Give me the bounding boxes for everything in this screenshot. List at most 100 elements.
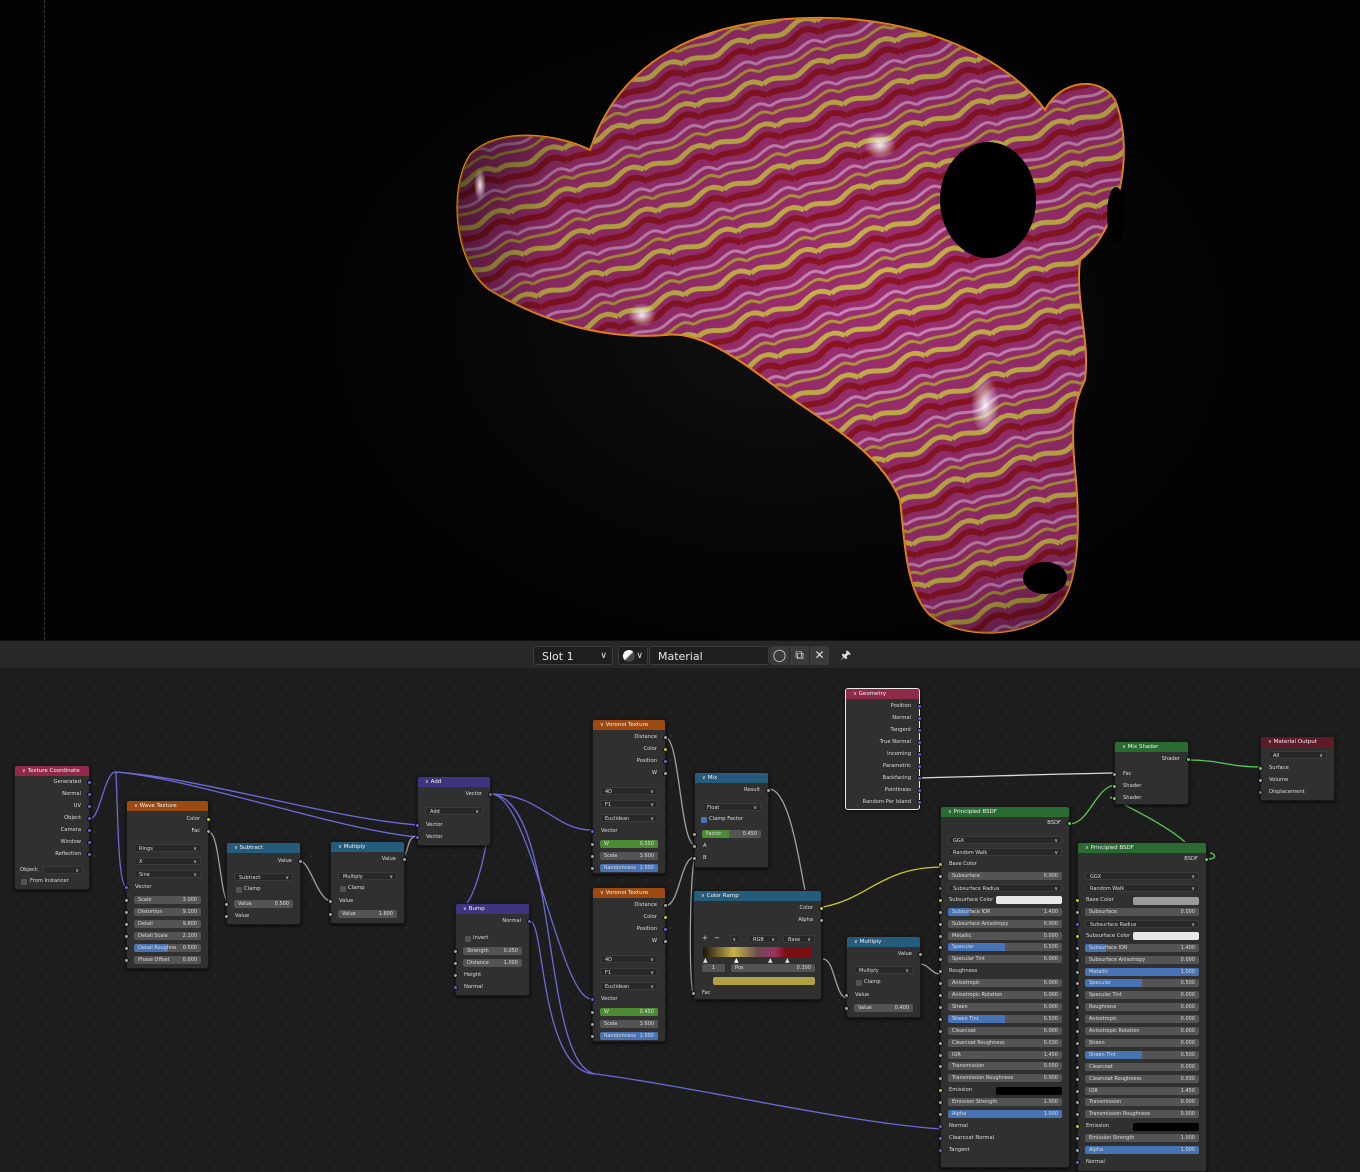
field-sheen[interactable]: Sheen 0.000 <box>1085 1038 1199 1047</box>
socket[interactable] <box>663 915 668 920</box>
socket[interactable] <box>938 1016 943 1022</box>
field-anisotropic[interactable]: Anisotropic 0.000 <box>1085 1015 1199 1024</box>
ramp-stop-handle[interactable]: ▲ <box>703 957 708 964</box>
node-geometry[interactable]: Geometry Position Normal Tangent True No… <box>845 688 922 810</box>
field-phase-offset[interactable]: Phase Offset 0.000 <box>134 956 201 964</box>
socket[interactable] <box>938 862 943 867</box>
field-alpha[interactable]: Alpha 1.000 <box>1085 1146 1199 1154</box>
pin-icon[interactable]: 🖈 <box>836 646 855 665</box>
node-multiply-2[interactable]: Multiply Value Multiply Clamp Value Valu… <box>844 936 923 1018</box>
socket[interactable] <box>663 735 668 740</box>
field-scale[interactable]: Scale 3.600 <box>600 1020 658 1028</box>
socket[interactable] <box>819 906 824 911</box>
field-transmission-roughness[interactable]: Transmission Roughness 0.000 <box>948 1074 1062 1083</box>
socket[interactable] <box>1075 1017 1080 1023</box>
socket[interactable] <box>415 823 420 828</box>
socket[interactable] <box>590 1034 595 1039</box>
field-w[interactable]: W 0.450 <box>600 1008 658 1016</box>
socket[interactable] <box>87 780 92 785</box>
socket[interactable] <box>844 1006 849 1011</box>
socket[interactable] <box>917 776 922 781</box>
field-value[interactable]: Value 1.800 <box>338 910 397 918</box>
socket[interactable] <box>1067 821 1072 826</box>
socket[interactable] <box>1075 1076 1080 1082</box>
socket[interactable] <box>938 981 943 987</box>
socket[interactable] <box>938 897 943 903</box>
socket[interactable] <box>1075 1136 1080 1142</box>
feature-dropdown[interactable]: F1 <box>600 800 658 809</box>
socket[interactable] <box>1075 969 1080 975</box>
emission-swatch[interactable] <box>996 1086 1062 1095</box>
subsurface-radius-dropdown[interactable]: Subsurface Radius <box>1085 919 1199 929</box>
object-picker[interactable] <box>43 866 83 875</box>
operation-dropdown[interactable]: Subtract <box>234 873 293 882</box>
target-dropdown[interactable]: All <box>1268 751 1327 760</box>
socket[interactable] <box>1112 772 1117 777</box>
socket[interactable] <box>917 800 922 805</box>
socket[interactable] <box>938 993 943 998</box>
ramp-stop-handle[interactable]: ▲ <box>785 957 790 964</box>
field-alpha[interactable]: Alpha 1.000 <box>948 1110 1062 1118</box>
field-sheen-tint[interactable]: Sheen Tint 0.500 <box>1085 1050 1199 1059</box>
socket[interactable] <box>1204 857 1209 862</box>
field-factor[interactable]: Factor 0.450 <box>702 830 761 838</box>
field-transmission[interactable]: Transmission 0.000 <box>1085 1098 1199 1107</box>
field-anisotropic-rotation[interactable]: Anisotropic Rotation 0.000 <box>1085 1027 1199 1035</box>
socket[interactable] <box>938 909 943 915</box>
ramp-stop-handle-active[interactable]: ▲ <box>734 957 739 964</box>
socket[interactable] <box>692 856 697 861</box>
socket[interactable] <box>917 740 922 745</box>
socket[interactable] <box>1075 1040 1080 1046</box>
socket[interactable] <box>1186 757 1191 762</box>
socket[interactable] <box>1258 766 1263 771</box>
color-ramp-gradient[interactable] <box>703 947 812 957</box>
socket[interactable] <box>590 1010 595 1015</box>
socket[interactable] <box>917 788 922 793</box>
material-name-field[interactable]: Material <box>649 646 769 665</box>
field-detail-roughness[interactable]: Detail Roughne 0.500 <box>134 944 201 952</box>
socket[interactable] <box>590 854 595 859</box>
field-detail-scale[interactable]: Detail Scale 2.100 <box>134 932 201 940</box>
field-randomness[interactable]: Randomness 1.000 <box>600 1032 658 1040</box>
fake-user-shield-icon[interactable]: ◯ <box>770 646 789 665</box>
socket[interactable] <box>1075 1148 1080 1153</box>
socket[interactable] <box>590 866 595 871</box>
socket[interactable] <box>938 1112 943 1117</box>
socket[interactable] <box>938 874 943 879</box>
socket[interactable] <box>692 844 697 849</box>
field-metallic[interactable]: Metallic 1.000 <box>1085 967 1199 976</box>
socket[interactable] <box>402 857 407 862</box>
socket[interactable] <box>206 829 211 834</box>
socket[interactable] <box>453 949 458 954</box>
field-sheen-tint[interactable]: Sheen Tint 0.500 <box>948 1014 1062 1023</box>
subsurface-color-swatch[interactable] <box>996 896 1062 905</box>
socket[interactable] <box>938 1040 943 1046</box>
node-bump[interactable]: Bump Normal Invert Strength0.050 Distanc… <box>453 903 532 996</box>
field-specular[interactable]: Specular 0.500 <box>948 943 1062 952</box>
socket[interactable] <box>938 945 943 951</box>
socket[interactable] <box>206 817 211 822</box>
socket[interactable] <box>938 1052 943 1058</box>
socket[interactable] <box>819 918 824 923</box>
socket[interactable] <box>124 910 129 915</box>
field-subsurface-ior[interactable]: Subsurface IOR 1.400 <box>1085 943 1199 952</box>
field-value[interactable]: Value 0.400 <box>854 1004 913 1012</box>
socket[interactable] <box>917 704 922 709</box>
socket[interactable] <box>1075 945 1080 951</box>
socket[interactable] <box>692 832 697 837</box>
socket[interactable] <box>1075 981 1080 987</box>
material-browse-button[interactable]: ∨ <box>618 646 648 665</box>
node-principled-bsdf-1[interactable]: Principled BSDF BSDF GGX Random Walk Bas… <box>938 806 1072 1168</box>
socket[interactable] <box>87 828 92 833</box>
socket[interactable] <box>124 934 129 939</box>
field-subsurface[interactable]: Subsurface 0.000 <box>1085 908 1199 916</box>
socket[interactable] <box>938 933 943 939</box>
socket[interactable] <box>124 922 129 927</box>
socket[interactable] <box>663 747 668 752</box>
socket[interactable] <box>938 1028 943 1034</box>
socket[interactable] <box>1075 1064 1080 1070</box>
field-emission-strength[interactable]: Emission Strength 1.000 <box>948 1098 1062 1107</box>
socket[interactable] <box>663 939 668 944</box>
socket[interactable] <box>415 835 420 840</box>
socket[interactable] <box>938 1004 943 1010</box>
